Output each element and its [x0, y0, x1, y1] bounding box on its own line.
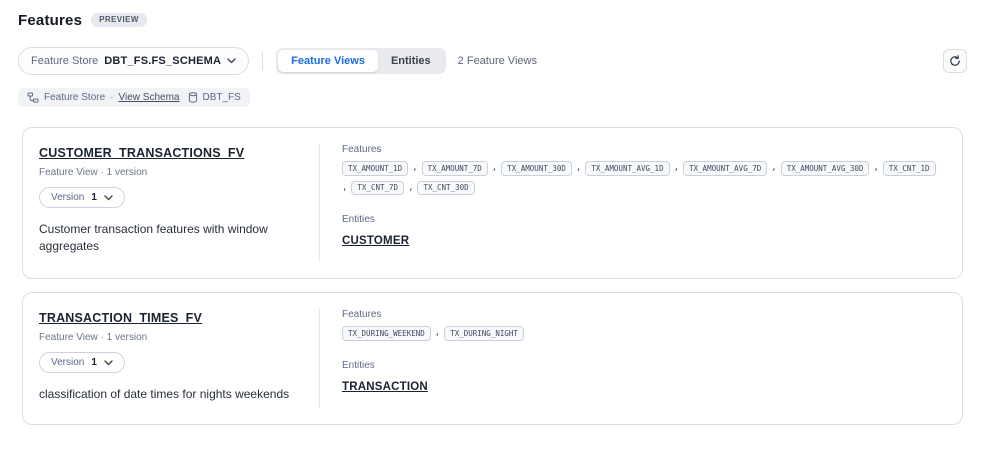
- tab-feature-views[interactable]: Feature Views: [278, 50, 378, 72]
- chip-separator: ,: [492, 163, 497, 173]
- version-value: 1: [91, 192, 97, 203]
- chevron-down-icon: [104, 195, 113, 201]
- chevron-down-icon: [104, 360, 113, 366]
- feature-view-card: TRANSACTION_TIMES_FV Feature View · 1 ve…: [22, 292, 963, 425]
- feature-view-title-link[interactable]: CUSTOMER_TRANSACTIONS_FV: [39, 146, 244, 160]
- feature-chip: TX_CNT_7D: [351, 181, 404, 196]
- version-label: Version: [51, 192, 84, 203]
- schema-icon: [27, 92, 39, 103]
- entity-link-list: CUSTOMER: [342, 231, 946, 249]
- entities-section: Entities TRANSACTION: [342, 360, 946, 395]
- feature-chip: TX_AMOUNT_AVG_1D: [585, 161, 669, 176]
- feature-chip-list: TX_AMOUNT_1D, TX_AMOUNT_7D, TX_AMOUNT_30D,…: [342, 161, 942, 195]
- page-title: Features: [18, 12, 82, 29]
- card-details: Features TX_AMOUNT_1D,TX_AMOUNT_7D,TX_AM…: [320, 144, 946, 262]
- chevron-down-icon: [227, 58, 236, 64]
- toolbar: Feature Store DBT_FS.FS_SCHEMA Feature V…: [18, 47, 967, 75]
- feature-view-list: CUSTOMER_TRANSACTIONS_FV Feature View · …: [22, 127, 963, 425]
- features-label: Features: [342, 144, 946, 155]
- feature-store-dropdown[interactable]: Feature Store DBT_FS.FS_SCHEMA: [18, 47, 249, 75]
- database-icon: [188, 92, 198, 103]
- entity-link[interactable]: CUSTOMER: [342, 235, 409, 247]
- chip-separator: ,: [412, 163, 417, 173]
- chip-separator: ,: [771, 163, 776, 173]
- feature-view-card: CUSTOMER_TRANSACTIONS_FV Feature View · …: [22, 127, 963, 279]
- version-value: 1: [91, 357, 97, 368]
- feature-chip: TX_AMOUNT_1D: [342, 161, 408, 176]
- breadcrumb: Feature Store · View Schema DBT_FS: [18, 88, 250, 107]
- feature-view-description: classification of date times for nights …: [39, 386, 319, 403]
- chip-separator: ,: [408, 183, 413, 193]
- version-label: Version: [51, 357, 84, 368]
- feature-store-label: Feature Store: [31, 55, 98, 67]
- page-header: Features PREVIEW: [18, 10, 967, 30]
- feature-store-value: DBT_FS.FS_SCHEMA: [104, 55, 221, 67]
- toolbar-divider: [262, 52, 263, 70]
- chip-separator: ,: [342, 183, 347, 193]
- feature-chip: TX_AMOUNT_AVG_30D: [781, 161, 870, 176]
- entity-link-list: TRANSACTION: [342, 377, 946, 395]
- version-selector[interactable]: Version 1: [39, 187, 125, 208]
- chip-separator: ,: [674, 163, 679, 173]
- feature-chip: TX_CNT_30D: [417, 181, 474, 196]
- breadcrumb-separator: ·: [110, 93, 113, 103]
- feature-view-subtitle: Feature View · 1 version: [39, 332, 319, 343]
- card-summary: CUSTOMER_TRANSACTIONS_FV Feature View · …: [39, 144, 319, 262]
- breadcrumb-store-label: Feature Store: [44, 93, 105, 103]
- feature-chip-list: TX_DURING_WEEKEND, TX_DURING_NIGHT: [342, 326, 942, 341]
- entity-link[interactable]: TRANSACTION: [342, 381, 428, 393]
- feature-view-subtitle: Feature View · 1 version: [39, 167, 319, 178]
- entities-label: Entities: [342, 214, 946, 225]
- breadcrumb-database-name: DBT_FS: [202, 93, 240, 103]
- chip-separator: ,: [435, 328, 440, 338]
- card-summary: TRANSACTION_TIMES_FV Feature View · 1 ve…: [39, 309, 319, 408]
- tab-entities[interactable]: Entities: [378, 50, 444, 72]
- feature-view-title-link[interactable]: TRANSACTION_TIMES_FV: [39, 311, 202, 325]
- feature-chip: TX_AMOUNT_30D: [501, 161, 572, 176]
- features-label: Features: [342, 309, 946, 320]
- view-switcher: Feature Views Entities: [276, 48, 446, 74]
- feature-chip: TX_CNT_1D: [883, 161, 936, 176]
- feature-view-description: Customer transaction features with windo…: [39, 221, 319, 255]
- refresh-button[interactable]: [943, 49, 967, 73]
- feature-chip: TX_DURING_WEEKEND: [342, 326, 431, 341]
- feature-chip: TX_DURING_NIGHT: [444, 326, 524, 341]
- breadcrumb-database: DBT_FS: [188, 92, 240, 103]
- card-details: Features TX_DURING_WEEKEND, TX_DURING_NIG…: [320, 309, 946, 408]
- feature-chip: TX_AMOUNT_7D: [422, 161, 488, 176]
- preview-badge: PREVIEW: [91, 13, 147, 27]
- features-page: Features PREVIEW Feature Store DBT_FS.FS…: [0, 0, 985, 425]
- feature-views-count: 2 Feature Views: [458, 55, 537, 67]
- feature-chip: TX_AMOUNT_AVG_7D: [683, 161, 767, 176]
- chip-separator: ,: [873, 163, 878, 173]
- refresh-icon: [949, 55, 961, 67]
- version-selector[interactable]: Version 1: [39, 352, 125, 373]
- entities-section: Entities CUSTOMER: [342, 214, 946, 249]
- chip-separator: ,: [576, 163, 581, 173]
- view-schema-link[interactable]: View Schema: [119, 93, 180, 103]
- entities-label: Entities: [342, 360, 946, 371]
